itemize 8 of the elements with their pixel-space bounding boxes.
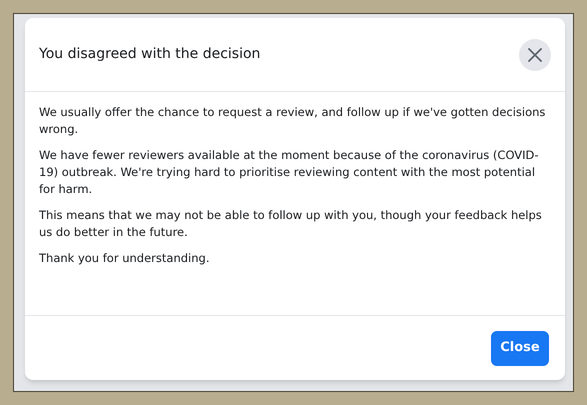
close-dialog-button[interactable]: Close <box>491 330 549 366</box>
dialog-paragraph: We usually offer the chance to request a review, and follow up if we've gotten decisions wrong. <box>39 104 546 138</box>
dialog-paragraph: This means that we may not be able to follow up with you, though your feedback helps us do better in the future. <box>39 207 543 241</box>
close-icon <box>528 48 542 62</box>
dialog-title: You disagreed with the decision <box>39 45 260 64</box>
dialog-paragraph: We have fewer reviewers available at the moment because of the coronavirus (COVID-19) outbreak. We're trying hard to prioritise reviewing content with the most potential for harm. <box>39 147 540 198</box>
dialog-paragraph: Thank you for understanding. <box>39 250 210 267</box>
close-button[interactable] <box>519 38 551 70</box>
